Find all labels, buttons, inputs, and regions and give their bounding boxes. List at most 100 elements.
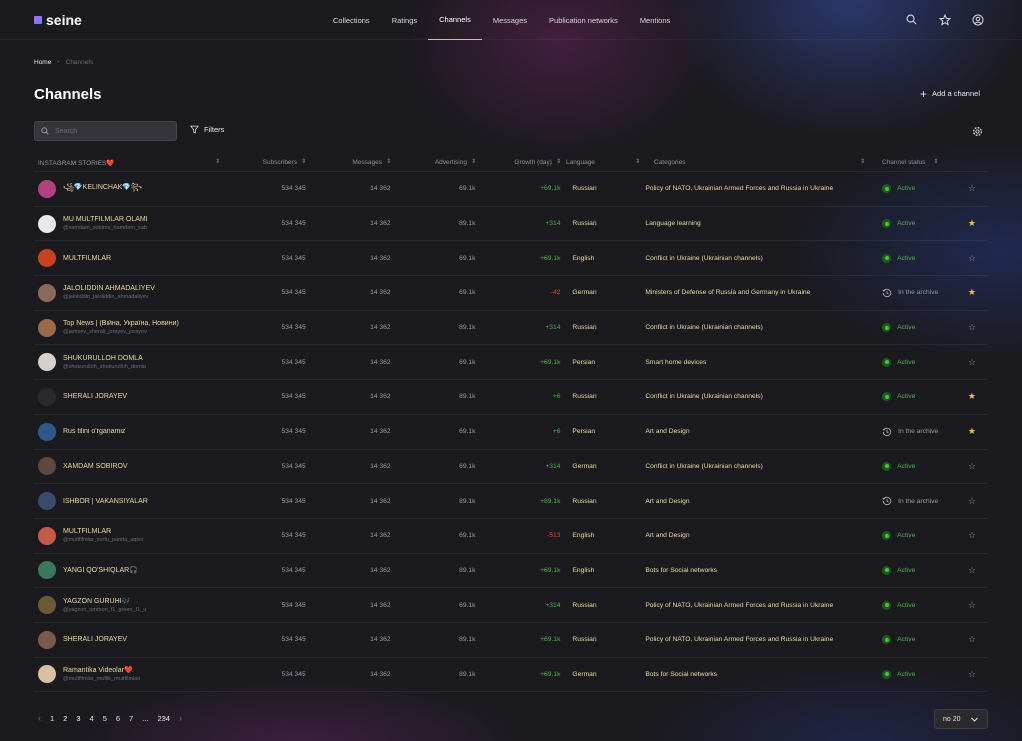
table-row[interactable]: Top News | (Війна, Україна, Новини) @jam… [34, 311, 988, 346]
star-icon[interactable]: ☆ [968, 531, 976, 540]
channel-name[interactable]: SHUKURULLOH DOMLA [63, 355, 146, 362]
avatar [38, 457, 56, 476]
channel-name[interactable]: ꧁💎KELINCHAK💎꧂ [63, 182, 142, 196]
status-badge: Active [897, 532, 916, 540]
chevron-down-icon [971, 717, 978, 722]
page-link[interactable]: 234 [157, 714, 170, 723]
channel-name[interactable]: MU MULTFILMLAR OLAMI [63, 216, 148, 223]
table-row[interactable]: MULTFILMLAR @multfilmlar_xurfu_panda_aql… [34, 519, 988, 554]
col-status-header[interactable]: Channel status ⇕ [869, 159, 949, 166]
category-cell: Bots for Social networks [645, 670, 718, 678]
star-icon[interactable]: ☆ [968, 461, 976, 471]
category-cell: Conflict in Ukraine (Ukrainian channels) [645, 393, 763, 401]
table-row[interactable]: XAMDAM SOBIROV 534 345 14 362 69.1k +314… [34, 450, 988, 485]
category-cell: Conflict in Ukraine (Ukrainian channels) [645, 254, 763, 262]
table-row[interactable]: SHERALI JORAYEV 534 345 14 362 89.1k +6 … [34, 380, 988, 415]
star-icon[interactable]: ☆ [968, 600, 976, 610]
nav-item-publication-networks[interactable]: Publication networks [538, 0, 629, 40]
page-link[interactable]: 3 [76, 714, 80, 723]
search-input[interactable] [55, 127, 165, 135]
avatar [38, 596, 56, 615]
chevron-left-icon[interactable]: ‹ [38, 713, 41, 723]
star-icon[interactable]: ☆ [968, 669, 976, 679]
channel-name[interactable]: Ramantika Videolar❤️ [63, 666, 140, 674]
channel-name[interactable]: Rus tilini o'rganamiz [63, 428, 125, 435]
top-navbar: seine Collections Ratings Channels Messages… [0, 0, 1022, 40]
col-growth-header[interactable]: Growth (day) ⇕ [476, 159, 561, 166]
star-icon[interactable]: ☆ [968, 323, 976, 332]
star-icon[interactable]: ☆ [968, 496, 976, 506]
subscribers-cell: 534 345 [281, 289, 306, 297]
star-icon[interactable]: ★ [968, 288, 976, 297]
table-row[interactable]: Rus tilini o'rganamiz 534 345 14 362 69.… [34, 415, 988, 450]
subscribers-cell: 534 345 [281, 393, 306, 401]
star-icon[interactable]: ☆ [968, 635, 976, 644]
channel-name[interactable]: XAMDAM SOBIROV [63, 463, 128, 470]
favorite-cell: ★ [948, 427, 988, 436]
page-link[interactable]: 7 [129, 714, 133, 723]
table-header: INSTAGRAM STORIES❤️ ⇕ Subscribers ⇕ Messag… [34, 154, 988, 172]
col-messages-header[interactable]: Messages ⇕ [306, 159, 391, 166]
table-row[interactable]: MU MULTFILMLAR OLAMI @xamdam_sobirov_ham… [34, 207, 988, 242]
col-name-header[interactable]: INSTAGRAM STORIES❤️ ⇕ [34, 159, 226, 167]
filters-button[interactable]: Filters [190, 125, 224, 134]
logo[interactable]: seine [34, 12, 82, 28]
channel-name[interactable]: MULTFILMLAR [63, 255, 111, 262]
star-icon[interactable] [938, 13, 951, 26]
table-row[interactable]: SHUKURULLOH DOMLA @shukurulloh_shukurull… [34, 345, 988, 381]
star-icon[interactable]: ★ [968, 392, 976, 401]
channel-name[interactable]: ISHBOR | VAKANSIYALAR [63, 498, 148, 505]
add-channel-button[interactable]: + Add a channel [920, 88, 980, 100]
star-icon[interactable]: ★ [968, 219, 976, 228]
channel-name[interactable]: SHERALI JORAYEV [63, 393, 127, 400]
user-icon[interactable] [971, 13, 984, 26]
channel-name[interactable]: SHERALI JORAYEV [63, 636, 127, 643]
table-row[interactable]: SHERALI JORAYEV 534 345 14 362 89.1k +69… [34, 623, 988, 658]
col-subscribers-header[interactable]: Subscribers ⇕ [226, 159, 306, 166]
language-cell: German [572, 670, 597, 678]
search-icon[interactable] [905, 13, 918, 26]
star-icon[interactable]: ☆ [968, 357, 976, 367]
star-icon[interactable]: ★ [968, 427, 976, 436]
nav-item-messages[interactable]: Messages [482, 0, 538, 40]
page-link[interactable]: 1 [50, 714, 54, 723]
language-cell: English [572, 566, 595, 574]
table-row[interactable]: YANGI QO'SHIQLAR🎧 534 345 14 362 89.1k +… [34, 554, 988, 589]
table-row[interactable]: ꧁💎KELINCHAK💎꧂ 534 345 14 362 69.1k +69.1… [34, 172, 988, 207]
search-box[interactable] [34, 121, 177, 141]
star-icon[interactable]: ☆ [968, 184, 976, 193]
star-icon[interactable]: ☆ [968, 253, 976, 263]
nav-item-collections[interactable]: Collections [322, 0, 381, 40]
breadcrumb-home[interactable]: Home [34, 59, 51, 66]
channel-name[interactable]: MULTFILMLAR [63, 528, 144, 535]
page-link[interactable]: 2 [63, 714, 67, 723]
nav-item-channels[interactable]: Channels [428, 0, 482, 40]
sort-icon: ⇕ [859, 159, 865, 165]
col-categories-header[interactable]: Categories ⇕ [646, 159, 869, 166]
page-link[interactable]: 5 [103, 714, 107, 723]
messages-cell: 14 362 [370, 393, 391, 401]
table-row[interactable]: Ramantika Videolar❤️ @multfilmlar_multik… [34, 658, 988, 693]
channel-name[interactable]: JALOLIDDIN AHMADALIYEV [63, 285, 155, 292]
channels-table: INSTAGRAM STORIES❤️ ⇕ Subscribers ⇕ Messag… [34, 154, 988, 693]
page-link[interactable]: 6 [116, 714, 120, 723]
chevron-right-icon[interactable]: › [179, 713, 182, 723]
channel-name[interactable]: YAGZON GURUHI🎶 [63, 597, 146, 605]
table-row[interactable]: MULTFILMLAR 534 345 14 362 69.1k +69.1k … [34, 241, 988, 277]
page-link[interactable]: 4 [90, 714, 94, 723]
star-icon[interactable]: ☆ [968, 565, 976, 575]
col-language-header[interactable]: Language ⇕ [561, 159, 646, 166]
table-row[interactable]: JALOLIDDIN AHMADALIYEV @jaloliddin_jalol… [34, 276, 988, 311]
channel-name[interactable]: YANGI QO'SHIQLAR🎧 [63, 566, 138, 574]
table-row[interactable]: ISHBOR | VAKANSIYALAR 534 345 14 362 89.… [34, 484, 988, 519]
settings-gear-icon[interactable] [972, 124, 983, 142]
per-page-select[interactable]: no 20 [934, 709, 988, 729]
nav-item-mentions[interactable]: Mentions [629, 0, 681, 40]
table-row[interactable]: YAGZON GURUHI🎶 @yagzon_ummon_f1_green_f1… [34, 588, 988, 623]
col-advertising-header[interactable]: Advertising ⇕ [391, 159, 476, 166]
channel-name[interactable]: Top News | (Війна, Україна, Новини) [63, 320, 179, 327]
status-badge: Active [897, 393, 916, 401]
language-cell: German [572, 462, 597, 470]
status-cell: Active [868, 600, 948, 610]
nav-item-ratings[interactable]: Ratings [381, 0, 428, 40]
